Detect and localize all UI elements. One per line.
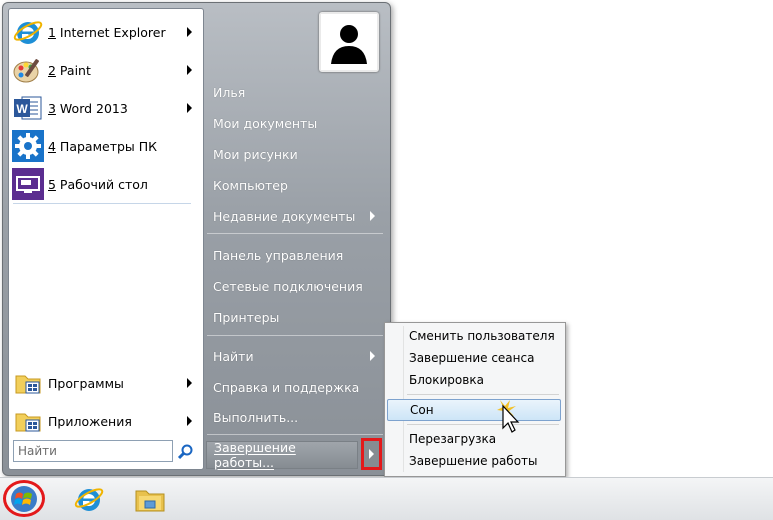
apps-folder-icon xyxy=(15,413,41,432)
separator xyxy=(207,335,383,336)
network-connections-link[interactable]: Сетевые подключения xyxy=(207,274,383,298)
internet-explorer-icon xyxy=(13,21,43,44)
right-item-label: Мои документы xyxy=(213,115,318,131)
chevron-right-icon xyxy=(369,449,374,459)
internet-explorer-icon[interactable] xyxy=(73,483,105,515)
right-item-label: Справка и поддержка xyxy=(213,379,360,395)
hotkey: 5 xyxy=(48,176,56,192)
chevron-right-icon xyxy=(370,211,375,221)
mouse-pointer-icon xyxy=(497,400,520,433)
control-panel-link[interactable]: Панель управления xyxy=(207,243,383,267)
menu-item-label: Завершение сеанса xyxy=(409,351,535,365)
desktop-icon xyxy=(12,168,44,200)
recent-documents-link[interactable]: Недавние документы xyxy=(207,204,383,228)
separator xyxy=(407,394,559,395)
menu-item-label: Сон xyxy=(410,403,434,417)
program-label: Paint xyxy=(55,62,91,78)
program-label: Word 2013 xyxy=(55,100,128,116)
menu-item-label: Блокировка xyxy=(409,373,484,387)
program-label: Рабочий стол xyxy=(55,176,148,192)
programs-item[interactable]: Программы xyxy=(12,365,198,401)
computer-link[interactable]: Компьютер xyxy=(207,173,383,197)
programs-label: Программы xyxy=(48,375,124,391)
paint-icon xyxy=(13,59,39,83)
shutdown-options-button[interactable] xyxy=(361,438,382,470)
hotkey: 1 xyxy=(48,24,56,40)
hotkey: 3 xyxy=(48,100,56,116)
right-item-label: Сетевые подключения xyxy=(213,278,363,294)
start-orb-icon xyxy=(11,485,37,512)
run-link[interactable]: Выполнить... xyxy=(207,405,383,429)
start-button[interactable] xyxy=(3,480,45,517)
my-documents-link[interactable]: Мои документы xyxy=(207,111,383,135)
right-item-label: Мои рисунки xyxy=(213,146,298,162)
programs-folder-icon xyxy=(15,375,41,394)
chevron-right-icon[interactable] xyxy=(187,103,192,113)
program-item-word[interactable]: W 3 Word 2013 xyxy=(12,90,198,126)
shutdown-label: Завершение работы... xyxy=(214,440,296,470)
menu-item-shutdown[interactable]: Завершение работы xyxy=(387,450,561,472)
menu-item-log-off[interactable]: Завершение сеанса xyxy=(387,347,561,369)
right-item-label: Илья xyxy=(213,84,246,100)
find-link[interactable]: Найти xyxy=(207,344,383,368)
right-item-label: Недавние документы xyxy=(213,208,356,224)
file-explorer-icon[interactable] xyxy=(134,483,166,515)
menu-item-sleep[interactable]: Сон xyxy=(387,399,561,421)
right-item-label: Панель управления xyxy=(213,247,344,263)
right-item-label: Выполнить... xyxy=(213,409,299,425)
power-submenu: Сменить пользователя Завершение сеанса Б… xyxy=(384,322,566,477)
word-icon: W xyxy=(14,96,42,120)
chevron-right-icon[interactable] xyxy=(187,65,192,75)
search-icon[interactable] xyxy=(177,443,195,461)
menu-item-restart[interactable]: Перезагрузка xyxy=(387,428,561,450)
search-placeholder: Найти xyxy=(18,444,57,458)
program-item-pc-settings[interactable]: 4 Параметры ПК xyxy=(12,128,198,164)
separator xyxy=(207,434,383,435)
chevron-right-icon[interactable] xyxy=(187,27,192,37)
menu-item-lock[interactable]: Блокировка xyxy=(387,369,561,391)
separator xyxy=(407,424,559,425)
shutdown-button[interactable]: Завершение работы... xyxy=(206,440,358,470)
menu-item-label: Завершение работы xyxy=(409,454,538,468)
separator xyxy=(13,203,191,204)
right-item-label: Компьютер xyxy=(213,177,288,193)
start-menu-left-pane: 1 Internet Explorer 2 Paint W 3 Word 201… xyxy=(8,8,204,470)
svg-text:W: W xyxy=(16,102,28,116)
hotkey: 4 xyxy=(48,138,56,154)
user-icon xyxy=(321,14,377,70)
program-item-paint[interactable]: 2 Paint xyxy=(12,52,198,88)
menu-item-label: Сменить пользователя xyxy=(409,329,555,343)
program-item-desktop[interactable]: 5 Рабочий стол xyxy=(12,166,198,202)
my-pictures-link[interactable]: Мои рисунки xyxy=(207,142,383,166)
chevron-right-icon[interactable] xyxy=(187,378,192,388)
apps-label: Приложения xyxy=(48,413,132,429)
menu-item-switch-user[interactable]: Сменить пользователя xyxy=(387,325,561,347)
program-label: Параметры ПК xyxy=(55,138,158,154)
search-input[interactable]: Найти xyxy=(13,440,173,462)
menu-item-label: Перезагрузка xyxy=(409,432,497,446)
gear-icon xyxy=(12,130,44,162)
user-name-link[interactable]: Илья xyxy=(207,80,383,104)
chevron-right-icon[interactable] xyxy=(187,416,192,426)
program-label: Internet Explorer xyxy=(55,24,166,40)
right-item-label: Принтеры xyxy=(213,309,280,325)
chevron-right-icon xyxy=(370,351,375,361)
help-support-link[interactable]: Справка и поддержка xyxy=(207,375,383,399)
hotkey: 2 xyxy=(48,62,56,78)
right-item-label: Найти xyxy=(213,348,254,364)
apps-item[interactable]: Приложения xyxy=(12,403,198,439)
taskbar xyxy=(0,477,773,520)
separator xyxy=(207,233,383,234)
avatar[interactable] xyxy=(319,12,379,72)
printers-link[interactable]: Принтеры xyxy=(207,305,383,329)
program-item-internet-explorer[interactable]: 1 Internet Explorer xyxy=(12,14,198,50)
